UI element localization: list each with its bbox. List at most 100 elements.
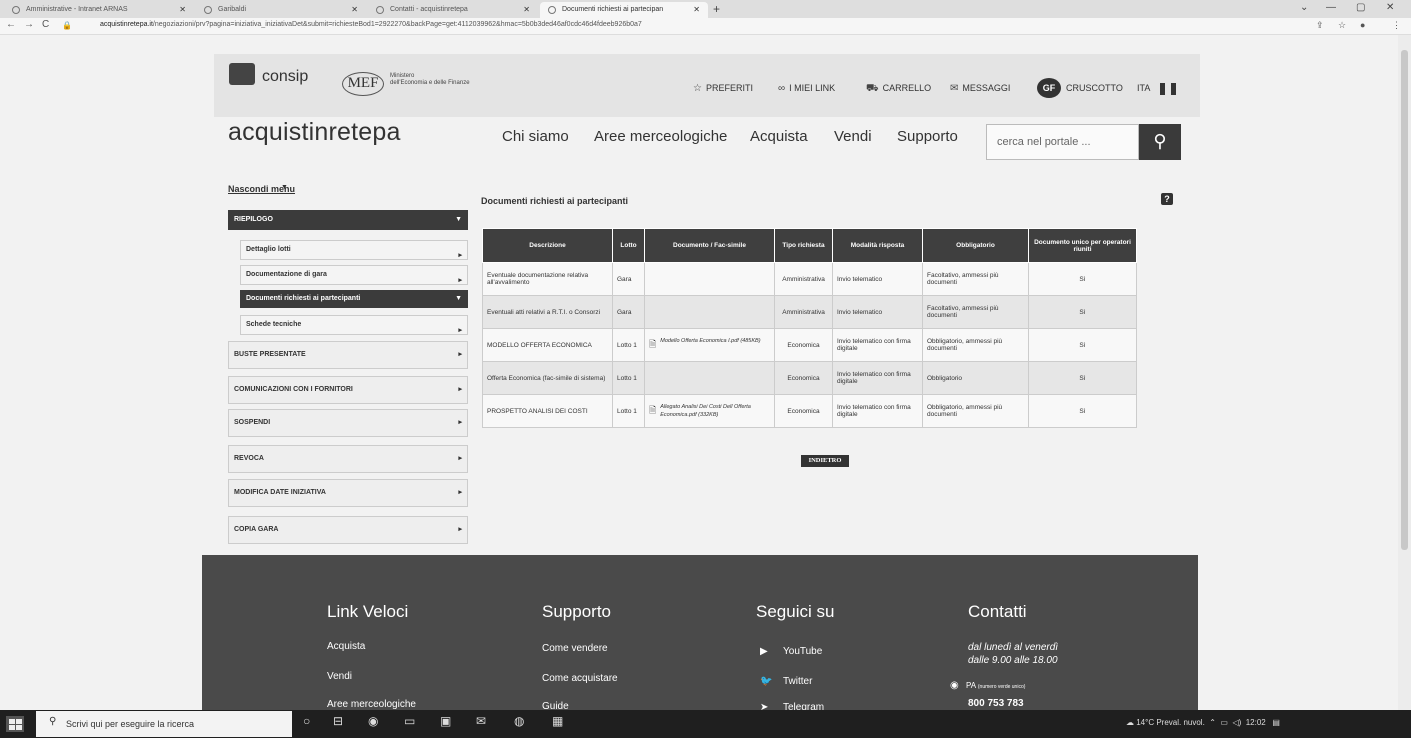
maximize-icon[interactable]: ▢: [1356, 2, 1365, 13]
cruscotto-link[interactable]: CRUSCOTTO: [1066, 83, 1123, 93]
language-selector[interactable]: ITA: [1137, 83, 1150, 93]
sidebar-subitem-dettaglio-lotti[interactable]: Dettaglio lotti ▸: [240, 240, 468, 260]
clock[interactable]: 12:02: [1246, 718, 1266, 727]
taskbar-search-input[interactable]: Scrivi qui per eseguire la ricerca: [36, 711, 292, 737]
italian-flag-icon[interactable]: [1160, 82, 1190, 95]
carrello-link[interactable]: ⛟ CARRELLO: [866, 83, 931, 96]
sidebar-item-revoca[interactable]: REVOCA ▸: [228, 445, 468, 473]
footer-phone[interactable]: 800 753 783: [968, 698, 1024, 709]
browser-tab-active[interactable]: Documenti richiesti ai partecipan ✕: [540, 2, 708, 18]
nav-acquista[interactable]: Acquista: [750, 128, 808, 145]
chevron-down-icon[interactable]: ⌄: [1300, 2, 1308, 13]
chevron-up-icon[interactable]: ⌃: [1209, 718, 1216, 727]
chevron-right-icon: ▸: [458, 526, 462, 533]
footer-link-come-vendere[interactable]: Come vendere: [542, 643, 608, 654]
nav-vendi[interactable]: Vendi: [834, 128, 872, 145]
chrome-icon[interactable]: ◍: [514, 714, 524, 728]
search-input[interactable]: cerca nel portale ...: [986, 124, 1139, 160]
edge-icon[interactable]: ◉: [368, 714, 378, 728]
cortana-icon[interactable]: ○: [303, 714, 310, 728]
footer-link-twitter[interactable]: 🐦 Twitter: [760, 676, 812, 687]
footer-pa-label: PA: [966, 681, 976, 690]
footer-link-acquista[interactable]: Acquista: [327, 641, 365, 652]
sidebar-subitem-schede-tecniche[interactable]: Schede tecniche ▸: [240, 315, 468, 335]
cell-modalita: Invio telematico con firma digitale: [832, 361, 923, 395]
mail-icon: ✉: [950, 83, 959, 94]
cell-unico: Sì: [1028, 328, 1137, 362]
close-tab-icon[interactable]: ✕: [179, 5, 186, 14]
sidebar-subitem-documenti-richiesti[interactable]: Documenti richiesti ai partecipanti ▼: [240, 290, 468, 308]
help-icon[interactable]: ?: [1161, 193, 1173, 205]
cell-descrizione: Eventuali atti relativi a R.T.I. o Conso…: [482, 295, 613, 329]
sidebar-item-buste-presentate[interactable]: BUSTE PRESENTATE ▸: [228, 341, 468, 369]
weather-text[interactable]: 14°C Preval. nuvol.: [1136, 718, 1205, 727]
menu-kebab-icon[interactable]: ⋮: [1392, 20, 1401, 31]
sidebar-item-label: MODIFICA DATE INIZIATIVA: [234, 489, 326, 496]
user-avatar[interactable]: GF: [1037, 78, 1061, 98]
chevron-right-icon: ▸: [458, 489, 462, 496]
consip-logo-icon[interactable]: [229, 63, 255, 85]
task-view-icon[interactable]: ⊟: [333, 714, 343, 728]
sidebar-subitem-documentazione-gara[interactable]: Documentazione di gara ▸: [240, 265, 468, 285]
windows-start-icon[interactable]: [6, 716, 24, 732]
profile-icon[interactable]: ●: [1360, 20, 1365, 30]
nav-chi-siamo[interactable]: Chi siamo: [502, 128, 569, 145]
cell-obbligatorio: Obbligatorio: [922, 361, 1029, 395]
nav-aree-merceologiche[interactable]: Aree merceologiche: [594, 128, 727, 145]
ministero-line1: Ministero: [390, 73, 415, 79]
forward-arrow-icon[interactable]: →: [24, 19, 34, 30]
document-download-link[interactable]: Modello Offerta Economica I.pdf (485KB): [660, 337, 765, 345]
volume-icon[interactable]: ◁): [1232, 718, 1241, 727]
preferiti-link[interactable]: ☆ PREFERITI: [693, 83, 753, 94]
footer-link-vendi[interactable]: Vendi: [327, 671, 352, 682]
close-window-icon[interactable]: ✕: [1386, 2, 1394, 13]
share-icon[interactable]: ⇪: [1316, 20, 1324, 31]
footer-heading-contatti: Contatti: [968, 602, 1027, 621]
sidebar-item-label: RIEPILOGO: [234, 216, 273, 223]
footer-link-come-acquistare[interactable]: Come acquistare: [542, 673, 618, 684]
consip-logo-text[interactable]: consip: [262, 68, 308, 86]
footer-link-aree[interactable]: Aree merceologiche: [327, 699, 416, 710]
file-explorer-icon[interactable]: ▭: [404, 714, 415, 728]
new-tab-icon[interactable]: +: [713, 2, 720, 16]
network-icon[interactable]: ▭: [1220, 718, 1228, 727]
scrollbar-thumb[interactable]: [1401, 50, 1408, 550]
back-arrow-icon[interactable]: ←: [6, 19, 16, 30]
sidebar-item-comunicazioni[interactable]: COMUNICAZIONI CON I FORNITORI ▸: [228, 376, 468, 404]
nav-supporto[interactable]: Supporto: [897, 128, 958, 145]
minimize-icon[interactable]: —: [1326, 2, 1336, 13]
document-download-link[interactable]: Allegato Analisi Dei Costi Dell Offerta …: [660, 403, 765, 419]
browser-tab[interactable]: Garibaldi ✕: [196, 2, 366, 18]
url-field[interactable]: acquistinretepa.it/negoziazioni/prv?pagi…: [100, 21, 642, 28]
sidebar-item-riepilogo[interactable]: RIEPILOGO ▼: [228, 210, 468, 230]
search-button[interactable]: ⚲: [1139, 124, 1181, 160]
close-tab-icon[interactable]: ✕: [523, 5, 530, 14]
cell-lotto: Gara: [612, 262, 645, 296]
close-tab-icon[interactable]: ✕: [693, 5, 700, 14]
miei-link-label: I MIEI LINK: [789, 83, 836, 93]
sidebar-item-modifica-date[interactable]: MODIFICA DATE INIZIATIVA ▸: [228, 479, 468, 507]
ministero-line2: dell'Economia e delle Finanze: [390, 80, 470, 86]
brand-logo[interactable]: acquistinretepa: [228, 118, 401, 147]
notifications-icon[interactable]: ▤: [1272, 718, 1280, 727]
sidebar-item-label: REVOCA: [234, 455, 264, 462]
sidebar-item-copia-gara[interactable]: COPIA GARA ▸: [228, 516, 468, 544]
browser-tab[interactable]: Amministrative - Intranet ARNAS ✕: [4, 2, 194, 18]
star-icon[interactable]: ☆: [1338, 20, 1346, 31]
mef-logo[interactable]: MEF: [342, 72, 384, 96]
mail-icon[interactable]: ✉: [476, 714, 486, 728]
cell-obbligatorio: Facoltativo, ammessi più documenti: [922, 295, 1029, 329]
word-icon[interactable]: ▦: [552, 714, 563, 728]
miei-link-link[interactable]: ∞ I MIEI LINK: [778, 83, 835, 94]
sidebar-item-sospendi[interactable]: SOSPENDI ▸: [228, 409, 468, 437]
footer-link-youtube[interactable]: ▶ YouTube: [760, 646, 822, 657]
close-tab-icon[interactable]: ✕: [351, 5, 358, 14]
column-header: Modalità risposta: [832, 228, 923, 263]
store-icon[interactable]: ▣: [440, 714, 451, 728]
browser-tab[interactable]: Contatti - acquistinretepa ✕: [368, 2, 538, 18]
messaggi-link[interactable]: ✉ MESSAGGI: [950, 83, 1010, 94]
browser-tab-strip: Amministrative - Intranet ARNAS ✕ Gariba…: [0, 0, 1411, 18]
back-button[interactable]: INDIETRO: [801, 455, 849, 467]
documents-table: Descrizione Lotto Documento / Fac-simile…: [482, 228, 1137, 428]
reload-icon[interactable]: C: [42, 19, 49, 30]
